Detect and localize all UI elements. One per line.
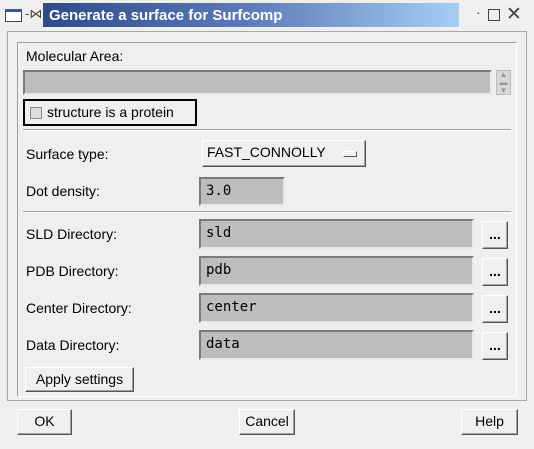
surface-type-value: FAST_CONNOLLY: [207, 144, 326, 160]
data-browse-button[interactable]: ...: [482, 332, 508, 360]
pin-icon[interactable]: -⋈: [25, 6, 42, 22]
scroll-arrows-icon[interactable]: ▲ ▬ ▼: [496, 70, 511, 95]
apply-settings-button[interactable]: Apply settings: [25, 367, 134, 392]
surface-type-dropdown[interactable]: FAST_CONNOLLY: [202, 140, 366, 167]
dot-density-field[interactable]: 3.0: [199, 177, 285, 206]
data-directory-label: Data Directory:: [26, 337, 120, 353]
center-directory-label: Center Directory:: [26, 300, 132, 316]
molecular-area-field[interactable]: [23, 70, 492, 95]
checkbox-icon[interactable]: [30, 107, 42, 119]
maximize-icon[interactable]: [488, 9, 500, 21]
protein-checkbox[interactable]: structure is a protein: [23, 99, 197, 126]
dot-density-label: Dot density:: [26, 183, 100, 199]
minimize-icon[interactable]: ·: [476, 4, 481, 20]
help-button[interactable]: Help: [461, 409, 518, 435]
window-title: Generate a surface for Surfcomp: [43, 3, 459, 27]
option-menu-icon: [343, 151, 357, 157]
pdb-directory-label: PDB Directory:: [26, 263, 119, 279]
cancel-button[interactable]: Cancel: [239, 409, 295, 435]
center-browse-button[interactable]: ...: [482, 295, 508, 323]
surface-type-label: Surface type:: [26, 146, 109, 162]
pdb-directory-field[interactable]: pdb: [199, 256, 474, 286]
data-directory-field[interactable]: data: [199, 330, 474, 360]
close-icon[interactable]: ✕: [506, 3, 522, 26]
center-directory-field[interactable]: center: [199, 293, 474, 323]
divider: [23, 211, 511, 213]
sld-directory-field[interactable]: sld: [199, 219, 474, 249]
sld-browse-button[interactable]: ...: [482, 221, 508, 249]
pdb-browse-button[interactable]: ...: [482, 258, 508, 286]
ok-button[interactable]: OK: [17, 409, 72, 435]
molecular-area-label: Molecular Area:: [26, 48, 124, 64]
window-menu-icon[interactable]: [5, 9, 22, 22]
protein-checkbox-label: structure is a protein: [47, 104, 174, 120]
sld-directory-label: SLD Directory:: [26, 226, 118, 242]
divider: [23, 129, 511, 131]
